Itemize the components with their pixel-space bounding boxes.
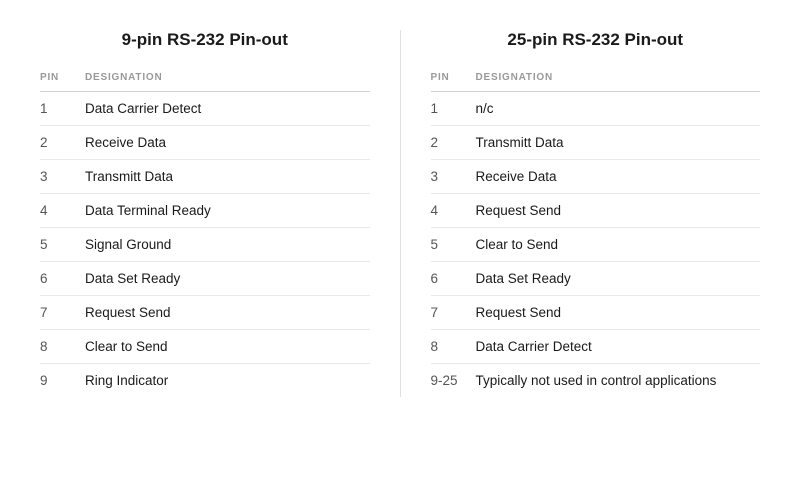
table-row: 5 Clear to Send [431, 228, 761, 262]
table-row: 8 Data Carrier Detect [431, 330, 761, 364]
table-row: 7 Request Send [40, 296, 370, 330]
pin-number: 8 [431, 330, 476, 364]
left-table-title: 9-pin RS-232 Pin-out [40, 30, 370, 50]
pin-number: 6 [40, 262, 85, 296]
pin-designation: Receive Data [476, 160, 761, 194]
table-row: 4 Request Send [431, 194, 761, 228]
pin-number: 3 [431, 160, 476, 194]
pin-designation: Request Send [476, 194, 761, 228]
table-row: 5 Signal Ground [40, 228, 370, 262]
table-row: 9 Ring Indicator [40, 364, 370, 398]
pin-number: 6 [431, 262, 476, 296]
right-col-designation-header: DESIGNATION [476, 72, 761, 92]
pin-designation: n/c [476, 92, 761, 126]
table-row: 3 Receive Data [431, 160, 761, 194]
pin-number: 2 [40, 126, 85, 160]
main-container: 9-pin RS-232 Pin-out PIN DESIGNATION 1 D… [20, 30, 780, 397]
pin-designation: Data Terminal Ready [85, 194, 370, 228]
pin-number: 8 [40, 330, 85, 364]
pin-number: 7 [431, 296, 476, 330]
pin-designation: Transmitt Data [85, 160, 370, 194]
left-table-section: 9-pin RS-232 Pin-out PIN DESIGNATION 1 D… [20, 30, 390, 397]
left-col-designation-header: DESIGNATION [85, 72, 370, 92]
pin-number: 5 [40, 228, 85, 262]
table-row: 1 n/c [431, 92, 761, 126]
pin-designation: Signal Ground [85, 228, 370, 262]
pin-designation: Data Carrier Detect [85, 92, 370, 126]
pin-number: 9 [40, 364, 85, 398]
right-table-section: 25-pin RS-232 Pin-out PIN DESIGNATION 1 … [411, 30, 781, 397]
table-row: 7 Request Send [431, 296, 761, 330]
table-row: 8 Clear to Send [40, 330, 370, 364]
pin-number: 1 [431, 92, 476, 126]
pin-designation: Data Set Ready [476, 262, 761, 296]
pin-number: 2 [431, 126, 476, 160]
pin-designation: Receive Data [85, 126, 370, 160]
pin-number: 9-25 [431, 364, 476, 398]
pin-number: 7 [40, 296, 85, 330]
table-divider [400, 30, 401, 397]
pin-number: 1 [40, 92, 85, 126]
table-row: 3 Transmitt Data [40, 160, 370, 194]
pin-number: 4 [431, 194, 476, 228]
left-col-pin-header: PIN [40, 72, 85, 92]
left-pin-table: PIN DESIGNATION 1 Data Carrier Detect 2 … [40, 72, 370, 397]
table-row: 2 Receive Data [40, 126, 370, 160]
pin-designation: Clear to Send [476, 228, 761, 262]
pin-designation: Ring Indicator [85, 364, 370, 398]
pin-designation: Clear to Send [85, 330, 370, 364]
pin-designation: Request Send [85, 296, 370, 330]
table-row: 2 Transmitt Data [431, 126, 761, 160]
table-row: 6 Data Set Ready [40, 262, 370, 296]
right-table-title: 25-pin RS-232 Pin-out [431, 30, 761, 50]
table-row: 1 Data Carrier Detect [40, 92, 370, 126]
pin-designation: Data Carrier Detect [476, 330, 761, 364]
pin-number: 5 [431, 228, 476, 262]
pin-designation: Transmitt Data [476, 126, 761, 160]
pin-designation: Typically not used in control applicatio… [476, 364, 761, 398]
pin-number: 3 [40, 160, 85, 194]
right-pin-table: PIN DESIGNATION 1 n/c 2 Transmitt Data 3… [431, 72, 761, 397]
pin-designation: Data Set Ready [85, 262, 370, 296]
right-col-pin-header: PIN [431, 72, 476, 92]
table-row: 6 Data Set Ready [431, 262, 761, 296]
pin-designation: Request Send [476, 296, 761, 330]
pin-number: 4 [40, 194, 85, 228]
table-row: 9-25 Typically not used in control appli… [431, 364, 761, 398]
table-row: 4 Data Terminal Ready [40, 194, 370, 228]
